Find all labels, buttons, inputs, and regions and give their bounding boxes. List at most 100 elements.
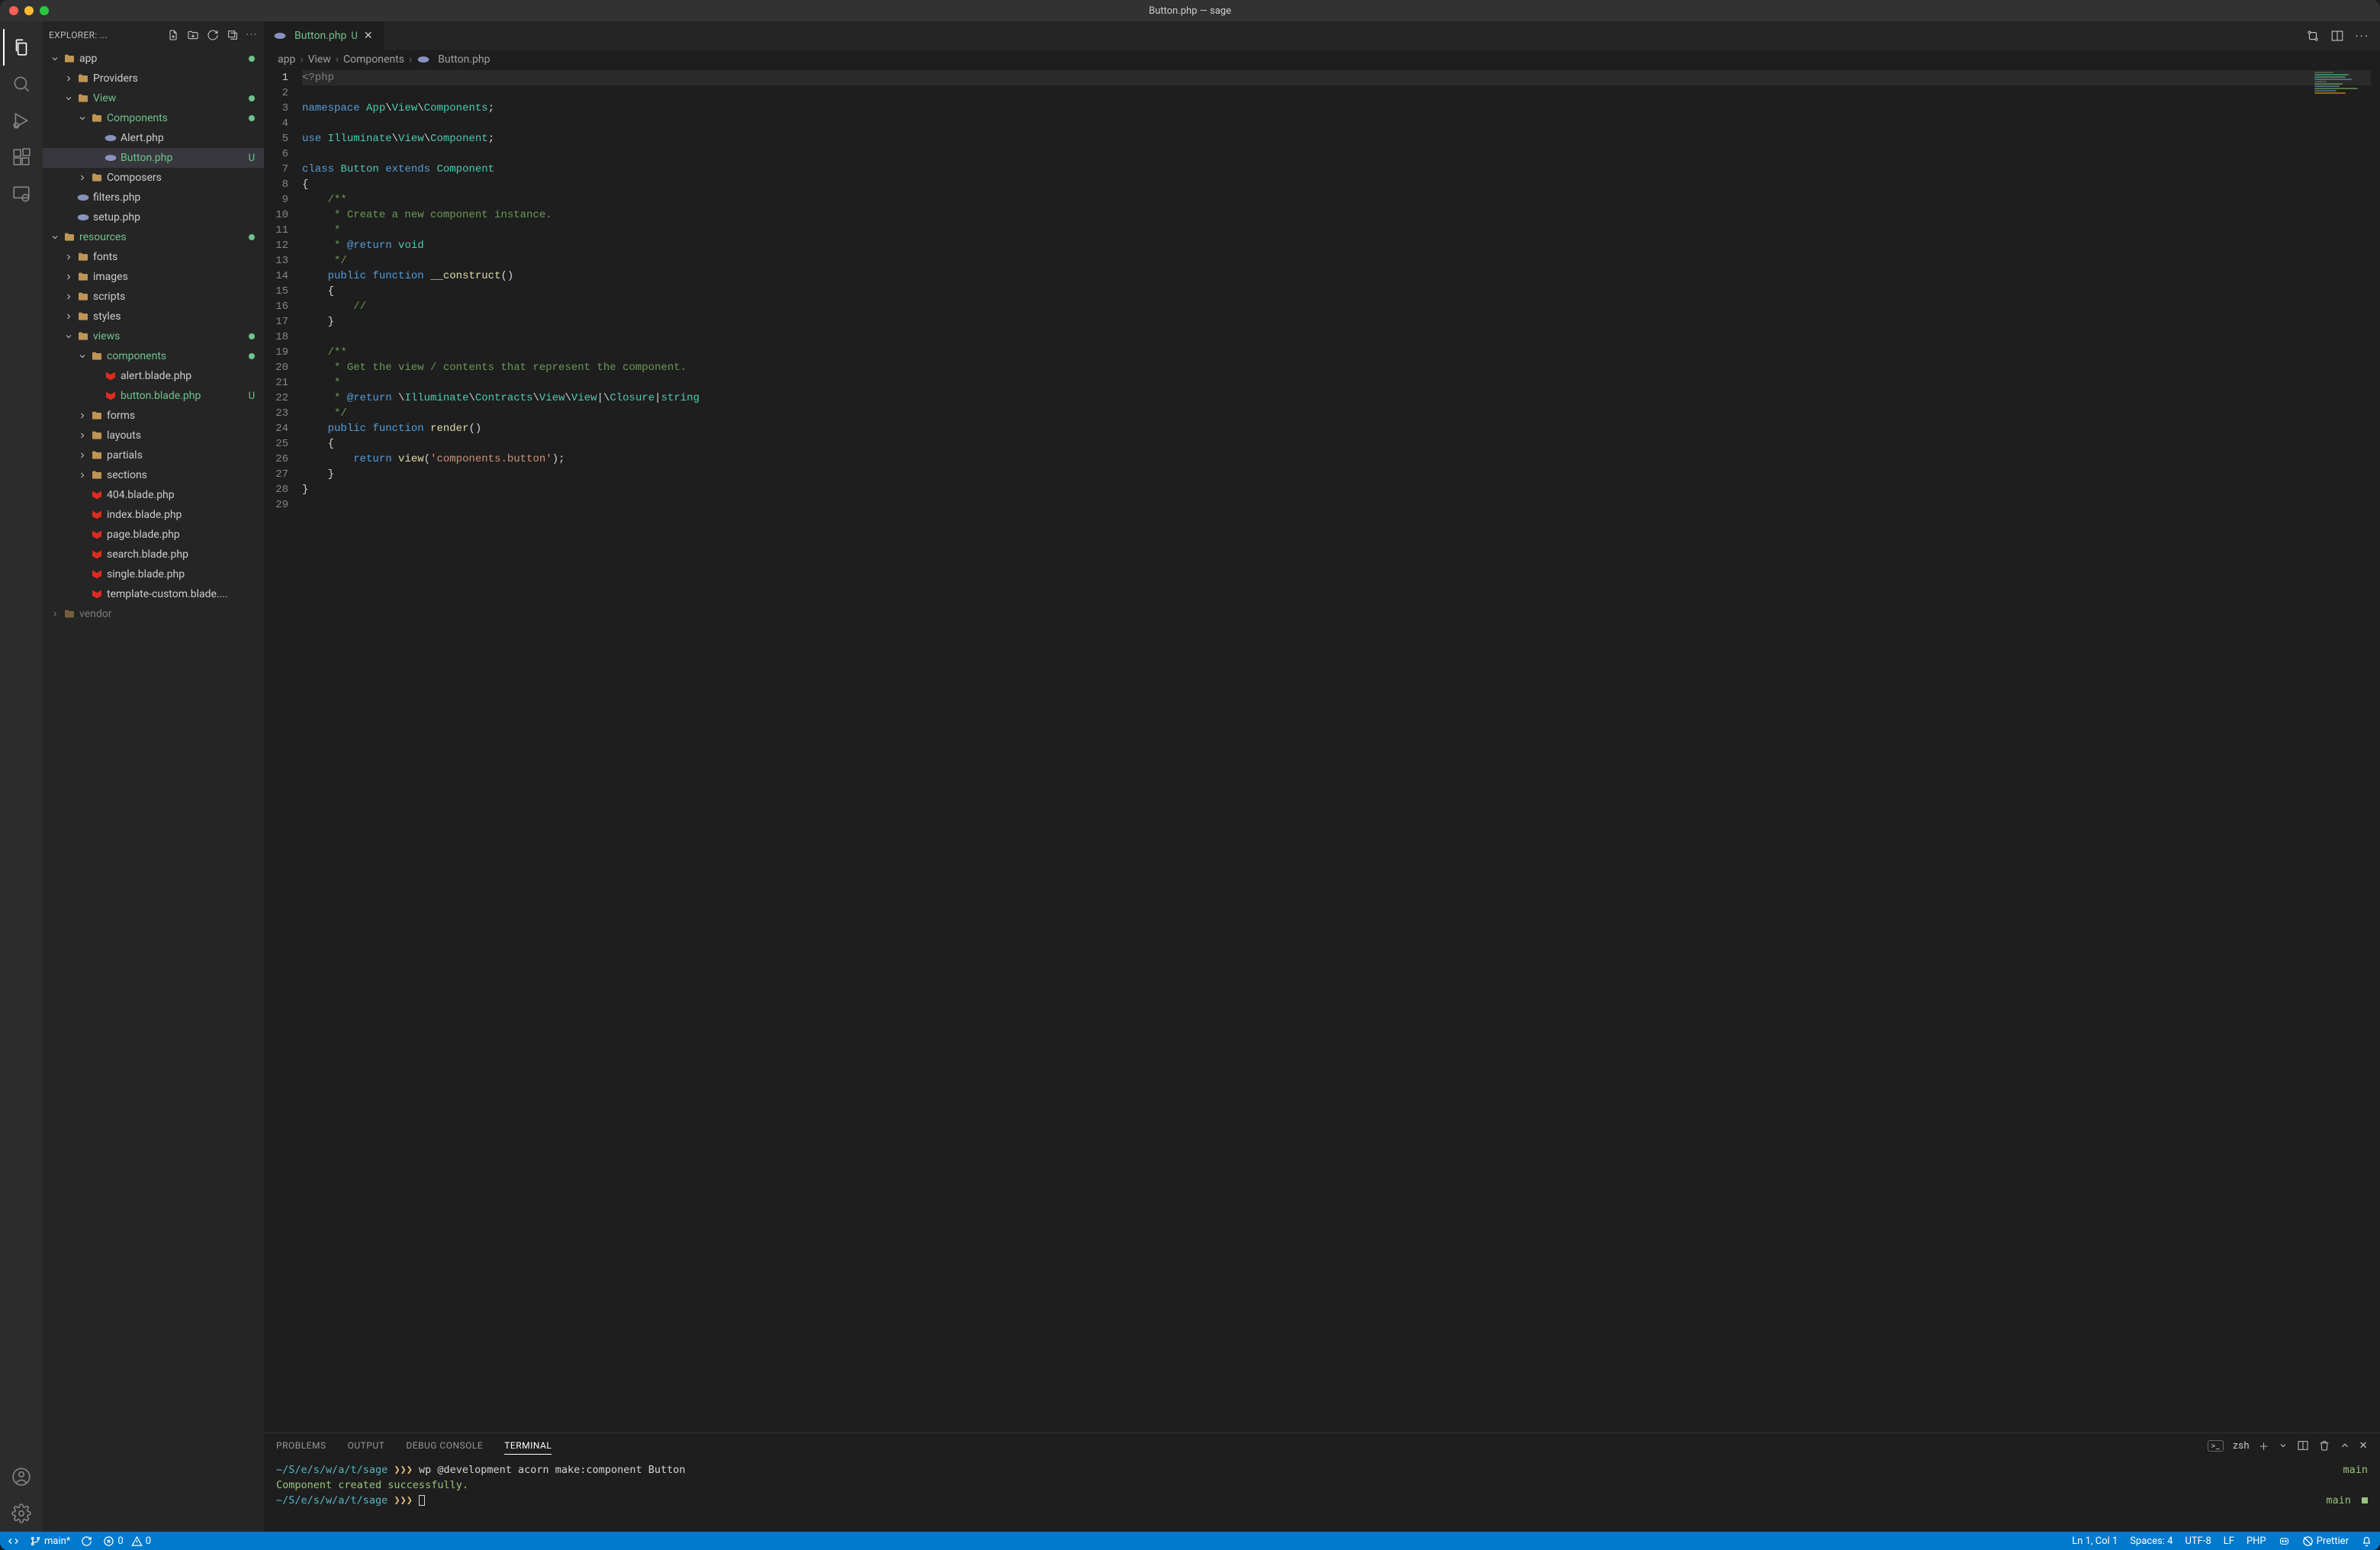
window-minimize-button[interactable] xyxy=(24,6,34,15)
terminal-shell-icon[interactable]: >_ xyxy=(2208,1440,2224,1452)
remote-button[interactable] xyxy=(8,1536,19,1547)
settings-gear-icon[interactable] xyxy=(3,1495,40,1532)
run-debug-icon[interactable] xyxy=(3,102,40,139)
tree-folder[interactable]: sections xyxy=(43,465,264,485)
tree-file[interactable]: Button.phpU xyxy=(43,148,264,168)
breadcrumb-segment[interactable]: View xyxy=(308,53,331,66)
problems-button[interactable]: 0 0 xyxy=(103,1536,151,1547)
panel-tab-terminal[interactable]: TERMINAL xyxy=(504,1437,552,1455)
tree-folder[interactable]: forms xyxy=(43,406,264,426)
notifications-icon[interactable] xyxy=(2361,1536,2372,1547)
window-close-button[interactable] xyxy=(9,6,18,15)
tree-file[interactable]: Alert.php xyxy=(43,128,264,148)
breadcrumb-segment[interactable]: Button.php xyxy=(438,53,490,66)
breadcrumb[interactable]: app›View›Components›Button.php xyxy=(264,50,2380,69)
tree-folder[interactable]: Providers xyxy=(43,69,264,88)
breadcrumb-separator: › xyxy=(409,53,412,66)
tree-folder[interactable]: partials xyxy=(43,445,264,465)
folder-icon xyxy=(90,350,104,362)
laravel-file-icon xyxy=(90,509,104,521)
tree-item-label: layouts xyxy=(107,429,141,442)
tree-folder[interactable]: vendor xyxy=(43,604,264,624)
code-content[interactable]: <?php namespace App\View\Components; use… xyxy=(302,70,2380,1433)
cursor-position[interactable]: Ln 1, Col 1 xyxy=(2072,1536,2118,1547)
tree-folder[interactable]: fonts xyxy=(43,247,264,267)
search-icon[interactable] xyxy=(3,66,40,102)
tree-folder[interactable]: app xyxy=(43,49,264,69)
panel-maximize-icon[interactable] xyxy=(2340,1440,2350,1451)
new-file-icon[interactable] xyxy=(167,29,179,41)
tree-file[interactable]: single.blade.php xyxy=(43,564,264,584)
eol-button[interactable]: LF xyxy=(2224,1536,2234,1547)
tree-file[interactable]: page.blade.php xyxy=(43,525,264,545)
tree-item-label: 404.blade.php xyxy=(107,489,175,501)
tree-file[interactable]: filters.php xyxy=(43,188,264,207)
terminal-split-icon[interactable] xyxy=(2297,1439,2309,1452)
explorer-icon[interactable] xyxy=(3,29,40,66)
breadcrumb-segment[interactable]: app xyxy=(278,53,295,66)
new-folder-icon[interactable] xyxy=(187,29,199,41)
tree-folder[interactable]: styles xyxy=(43,307,264,326)
folder-icon xyxy=(90,112,104,124)
tree-file[interactable]: template-custom.blade.... xyxy=(43,584,264,604)
terminal[interactable]: ~/S/e/s/w/a/t/sage ❯❯❯ wp @development a… xyxy=(264,1458,2380,1532)
tree-file[interactable]: index.blade.php xyxy=(43,505,264,525)
tree-folder[interactable]: layouts xyxy=(43,426,264,445)
bottom-panel: PROBLEMSOUTPUTDEBUG CONSOLETERMINAL >_ z… xyxy=(264,1433,2380,1532)
accounts-icon[interactable] xyxy=(3,1458,40,1495)
window-maximize-button[interactable] xyxy=(40,6,49,15)
panel-close-icon[interactable]: ✕ xyxy=(2359,1440,2368,1452)
tree-item-label: app xyxy=(79,53,97,65)
breadcrumb-segment[interactable]: Components xyxy=(343,53,404,66)
panel-tab-debug-console[interactable]: DEBUG CONSOLE xyxy=(406,1437,483,1454)
copilot-icon[interactable] xyxy=(2279,1536,2290,1547)
terminal-dropdown-icon[interactable] xyxy=(2279,1441,2288,1450)
breadcrumb-separator: › xyxy=(336,53,339,66)
php-file-icon xyxy=(76,191,90,204)
prettier-button[interactable]: Prettier xyxy=(2302,1536,2349,1547)
terminal-kill-icon[interactable] xyxy=(2318,1439,2330,1452)
language-mode-button[interactable]: PHP xyxy=(2247,1536,2266,1547)
git-branch-button[interactable]: main* xyxy=(30,1536,70,1547)
remote-explorer-icon[interactable] xyxy=(3,175,40,212)
panel-tab-output[interactable]: OUTPUT xyxy=(348,1437,385,1454)
tree-item-label: Components xyxy=(107,112,168,124)
tab-close-icon[interactable]: ✕ xyxy=(362,30,375,42)
tree-folder[interactable]: Components xyxy=(43,108,264,128)
folder-icon xyxy=(90,429,104,442)
tree-file[interactable]: button.blade.phpU xyxy=(43,386,264,406)
terminal-add-icon[interactable]: ＋ xyxy=(2259,1439,2269,1453)
tree-item-label: button.blade.php xyxy=(121,390,201,402)
tree-item-label: images xyxy=(93,271,128,283)
tree-file[interactable]: setup.php xyxy=(43,207,264,227)
tree-folder[interactable]: Composers xyxy=(43,168,264,188)
code-editor[interactable]: 1234567891011121314151617181920212223242… xyxy=(264,69,2380,1433)
tree-folder[interactable]: views xyxy=(43,326,264,346)
minimap[interactable] xyxy=(2311,69,2380,114)
tree-folder[interactable]: View xyxy=(43,88,264,108)
panel-tab-problems[interactable]: PROBLEMS xyxy=(276,1437,326,1454)
indentation-button[interactable]: Spaces: 4 xyxy=(2130,1536,2173,1547)
php-file-icon xyxy=(416,53,430,66)
editor-tab[interactable]: Button.php U ✕ xyxy=(264,21,384,50)
tree-folder[interactable]: resources xyxy=(43,227,264,247)
file-tree[interactable]: app ProvidersView Components Alert.phpButto… xyxy=(43,49,264,1532)
tree-file[interactable]: 404.blade.php xyxy=(43,485,264,505)
tree-folder[interactable]: scripts xyxy=(43,287,264,307)
compare-changes-icon[interactable] xyxy=(2306,29,2320,43)
tree-folder[interactable]: components xyxy=(43,346,264,366)
tree-file[interactable]: alert.blade.php xyxy=(43,366,264,386)
branch-clean-icon xyxy=(2362,1497,2368,1503)
collapse-all-icon[interactable] xyxy=(227,29,239,41)
chevron-icon xyxy=(63,332,75,341)
tree-folder[interactable]: images xyxy=(43,267,264,287)
encoding-button[interactable]: UTF-8 xyxy=(2185,1536,2211,1547)
refresh-icon[interactable] xyxy=(207,29,219,41)
sync-button[interactable] xyxy=(81,1536,92,1547)
tree-file[interactable]: search.blade.php xyxy=(43,545,264,564)
more-icon[interactable]: ··· xyxy=(246,29,258,41)
extensions-icon[interactable] xyxy=(3,139,40,175)
explorer-title: EXPLORER: ... xyxy=(49,30,108,40)
split-editor-icon[interactable] xyxy=(2330,29,2344,43)
editor-more-icon[interactable]: ··· xyxy=(2355,29,2369,43)
